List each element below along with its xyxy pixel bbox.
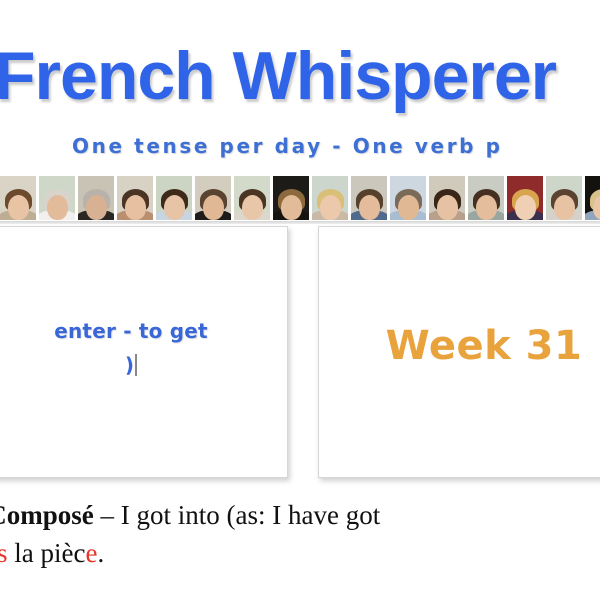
portrait-thumbnail [195,176,231,220]
portrait-face [241,195,263,220]
week-number-label: Week 31 [385,323,583,369]
portrait-face [319,195,341,220]
portrait-thumbnail [234,176,270,220]
portrait-face [280,195,302,220]
portrait-face [202,195,224,220]
sentence-translation: I got into (as: I have got [120,500,381,530]
portrait-thumbnail [156,176,192,220]
portrait-face [397,195,419,220]
portrait-face [85,195,107,220]
portrait-thumbnail [39,176,75,220]
verb-definition-subline: ) [0,353,287,377]
portrait-thumbnail [117,176,153,220]
portrait-thumbnail [351,176,387,220]
tense-name-label: sé Composé [0,500,94,530]
sentence-highlight-ns: ns [0,538,8,568]
portrait-thumbnail [273,176,309,220]
verb-definition-subline-text: ) [124,353,135,377]
portrait-face [46,195,68,220]
portrait-face [514,195,536,220]
portrait-thumbnail [78,176,114,220]
verb-definition-line: enter - to get [54,319,208,343]
portrait-thumbnail [585,176,600,220]
strip-divider-rule [0,221,600,224]
portrait-face [124,195,146,220]
portrait-face [553,195,575,220]
week-number-card[interactable]: Week 31 [318,226,600,478]
masthead-header: French Whisperer One tense per day - One… [0,0,600,170]
portrait-thumbnail [390,176,426,220]
brand-tagline: One tense per day - One verb p [72,134,503,158]
portrait-thumbnail [468,176,504,220]
portrait-thumbnail [429,176,465,220]
text-cursor-caret [135,354,138,376]
portrait-thumbnail [507,176,543,220]
sentence-fragment-b: la pièc [7,538,86,568]
portrait-face [7,195,29,220]
sentence-dash: – [93,500,121,530]
portrait-thumbnail [546,176,582,220]
sentence-line-1: sé Composé – I got into (as: I have got [0,496,600,534]
portrait-thumbnail [0,176,36,220]
example-sentence-block: sé Composé – I got into (as: I have got … [0,496,600,572]
verb-definition-card[interactable]: enter - to get ) [0,226,288,478]
sentence-fragment-c: . [97,538,105,568]
sentence-highlight-e: e [85,538,98,568]
portrait-face [163,195,185,220]
slide-root: French Whisperer One tense per day - One… [0,0,600,600]
portrait-face [436,195,458,220]
portrait-face [475,195,497,220]
sentence-line-2: dans la pièce. [0,534,600,572]
portrait-thumbnail [312,176,348,220]
teacher-portrait-thumbnails [0,176,600,220]
portrait-face [358,195,380,220]
brand-title: French Whisperer [0,38,557,114]
